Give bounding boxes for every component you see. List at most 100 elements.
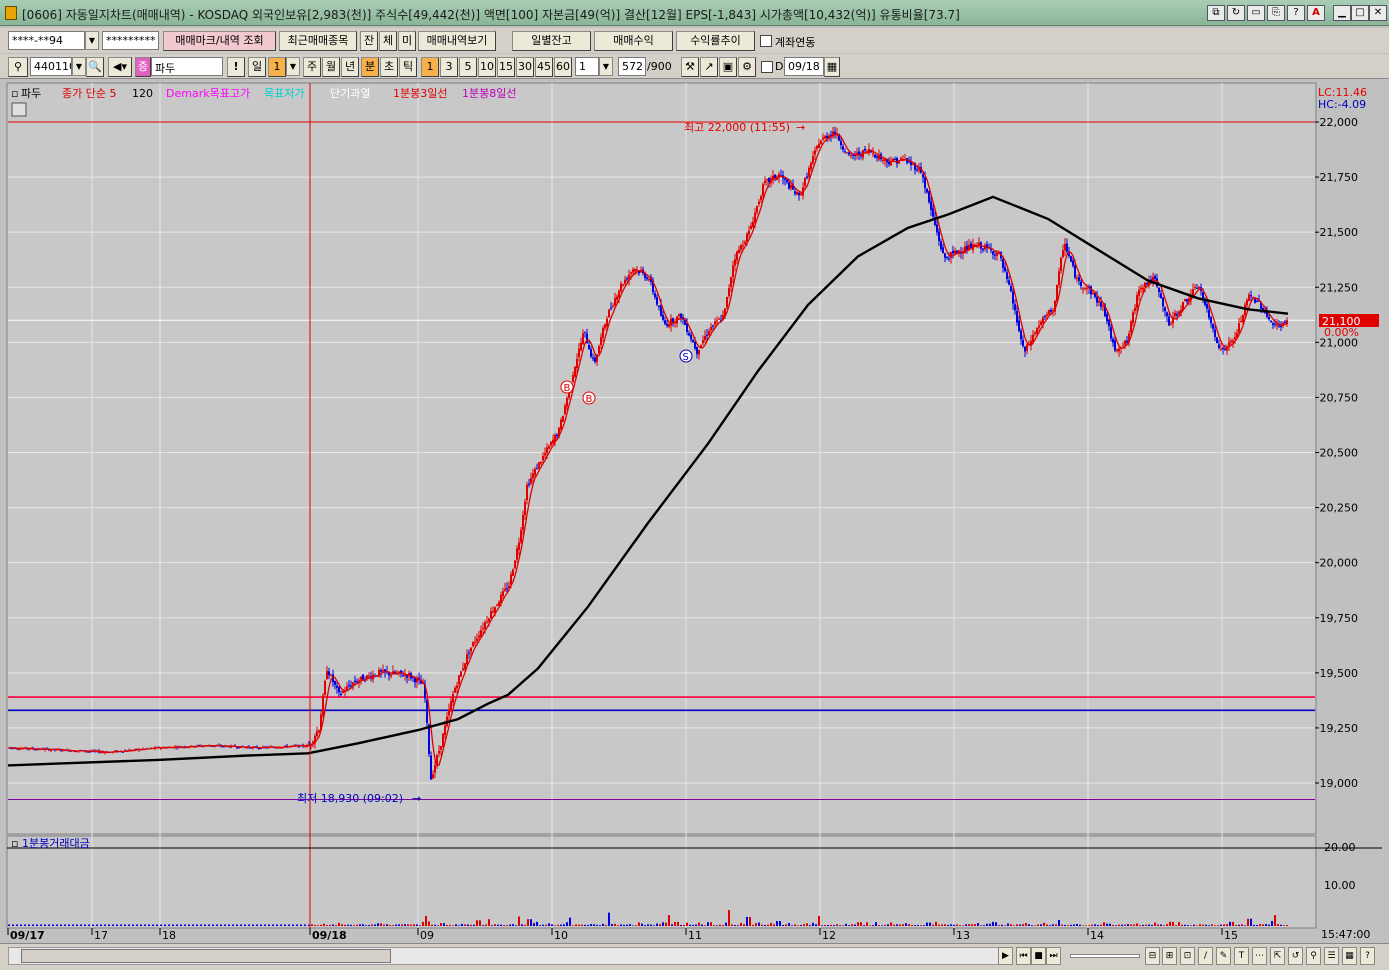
zoom-slider[interactable] [1070, 954, 1140, 958]
period-value-button[interactable]: 1 [268, 57, 286, 77]
refresh-icon[interactable]: ↻ [1227, 5, 1245, 21]
candle-body [1050, 310, 1052, 312]
volume-bar [1241, 924, 1243, 926]
code-dropdown-icon[interactable]: ▼ [72, 57, 86, 76]
minute-30-button[interactable]: 30 [516, 57, 534, 77]
volume-bar [60, 924, 62, 926]
grid-toggle-icon[interactable] [11, 102, 27, 117]
volume-bar [1112, 924, 1114, 926]
trend-icon[interactable]: ↗ [700, 57, 718, 77]
help-icon[interactable]: ? [1360, 947, 1375, 965]
volume-bar [1034, 925, 1036, 926]
line-icon[interactable]: ∕ [1198, 947, 1213, 965]
stock-search-icon[interactable]: ⚲ [8, 57, 28, 77]
password-field[interactable]: ********* [102, 31, 159, 50]
save-icon[interactable]: ▣ [719, 57, 737, 77]
scrollbar-thumb[interactable] [21, 949, 391, 963]
price-chart[interactable]: 22,00021,75021,50021,25021,00020,75020,5… [0, 80, 1389, 943]
daily-balance-button[interactable]: 일별잔고 [512, 31, 591, 51]
candle-body [794, 191, 796, 194]
minute-10-button[interactable]: 10 [478, 57, 496, 77]
search-icon[interactable]: ⚲ [1306, 947, 1321, 965]
chart-area[interactable]: 22,000 21,750 21,500 21,250 21,000 20,750 20,5… [0, 80, 1389, 943]
stop-icon[interactable]: ■ [1031, 947, 1046, 965]
period-year-button[interactable]: 년 [341, 57, 359, 77]
speaker-icon[interactable]: ◀▾ [108, 57, 132, 77]
volume-bar [314, 924, 316, 926]
volume-bar [268, 924, 270, 926]
query-marks-button[interactable]: 매매마크/내역 조회 [163, 31, 276, 51]
period-minute-button[interactable]: 분 [361, 57, 379, 77]
stock-name-field[interactable]: 파두 [151, 57, 223, 76]
draw-icon[interactable]: ✎ [1216, 947, 1231, 965]
grid-icon[interactable]: ▦ [1342, 947, 1357, 965]
period-second-button[interactable]: 초 [380, 57, 398, 77]
export-icon[interactable]: ⇱ [1270, 947, 1285, 965]
calendar-icon[interactable]: ▦ [824, 57, 840, 77]
period-tick-button[interactable]: 틱 [399, 57, 417, 77]
stock-code-field[interactable]: 440110 [30, 57, 72, 76]
candle-body [466, 654, 468, 665]
minute-15-button[interactable]: 15 [497, 57, 515, 77]
last-page-icon[interactable]: ⏭ [1046, 947, 1061, 965]
unexecuted-button[interactable]: 미 [398, 31, 416, 51]
recent-trades-button[interactable]: 최근매매종목 [279, 31, 357, 51]
question-icon[interactable]: ? [1287, 5, 1305, 21]
balance-button[interactable]: 잔 [360, 31, 378, 51]
volume-bar [872, 925, 874, 926]
minute-60-button[interactable]: 60 [554, 57, 572, 77]
candle-body [328, 671, 330, 676]
low-arrow-icon: → [412, 792, 421, 805]
volume-bar [1160, 924, 1162, 926]
period-month-button[interactable]: 월 [322, 57, 340, 77]
window-link-icon[interactable]: ⧉ [1207, 5, 1225, 21]
volume-bar [716, 925, 718, 926]
settings-icon[interactable]: ⚙ [738, 57, 756, 77]
period-dropdown-icon[interactable]: ▼ [286, 57, 300, 76]
account-link-checkbox[interactable] [760, 35, 772, 47]
minute-45-button[interactable]: 45 [535, 57, 553, 77]
font-icon[interactable]: A [1307, 5, 1325, 21]
custom-minute-field[interactable]: 1 [575, 57, 599, 76]
volume-bar [500, 924, 502, 926]
fit-icon[interactable]: ⊡ [1180, 947, 1195, 965]
volume-bar [806, 923, 808, 926]
executed-button[interactable]: 체 [379, 31, 397, 51]
volume-bar [845, 923, 847, 926]
first-page-icon[interactable]: ⏮ [1016, 947, 1031, 965]
count-field[interactable]: 572 [618, 57, 646, 76]
scroll-right-arrow-icon[interactable]: ▶ [998, 947, 1013, 965]
yield-trend-button[interactable]: 수익률추이 [676, 31, 755, 51]
custom-minute-dropdown-icon[interactable]: ▼ [599, 57, 613, 76]
screen-icon[interactable]: ▭ [1247, 5, 1265, 21]
volume-bar [503, 925, 505, 926]
date-checkbox[interactable] [761, 61, 773, 73]
minimize-icon[interactable]: ▁ [1333, 5, 1351, 21]
maximize-icon[interactable]: □ [1351, 5, 1369, 21]
alert-button[interactable]: ! [227, 57, 245, 77]
list-icon[interactable]: ☰ [1324, 947, 1339, 965]
zoom-in-icon[interactable]: ⊞ [1162, 947, 1177, 965]
reset-icon[interactable]: ↺ [1288, 947, 1303, 965]
more-icon[interactable]: ⋯ [1252, 947, 1267, 965]
account-dropdown-icon[interactable]: ▼ [85, 31, 99, 50]
zoom-out-icon[interactable]: ⊟ [1145, 947, 1160, 965]
magnifier-icon[interactable]: 🔍 [86, 57, 104, 77]
trade-history-button[interactable]: 매매내역보기 [418, 31, 496, 51]
tools-icon[interactable]: ⚒ [681, 57, 699, 77]
candle-body [848, 152, 850, 155]
minute-5-button[interactable]: 5 [459, 57, 477, 77]
period-day-button[interactable]: 일 [248, 57, 266, 77]
volume-bar [809, 925, 811, 926]
volume-bar [713, 925, 715, 926]
horizontal-scrollbar[interactable] [8, 947, 1008, 965]
trade-profit-button[interactable]: 매매수익 [594, 31, 673, 51]
period-week-button[interactable]: 주 [303, 57, 321, 77]
account-select[interactable]: ****-**94 [8, 31, 85, 50]
date-field[interactable]: 09/18 [784, 57, 824, 76]
minute-3-button[interactable]: 3 [440, 57, 458, 77]
minute-1-button[interactable]: 1 [421, 57, 439, 77]
close-icon[interactable]: ✕ [1369, 5, 1387, 21]
copy-icon[interactable]: ⎘ [1267, 5, 1285, 21]
text-icon[interactable]: T [1234, 947, 1249, 965]
